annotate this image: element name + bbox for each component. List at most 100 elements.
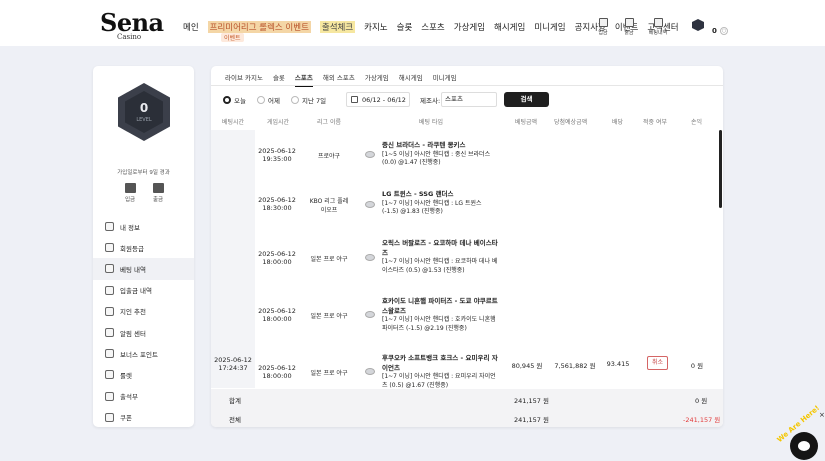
sidebar-item-bet-history[interactable]: 베팅 내역 bbox=[93, 258, 194, 280]
chat-icon bbox=[798, 441, 810, 451]
nav-casino[interactable]: 카지노 bbox=[364, 21, 387, 33]
sidebar-item-notifications[interactable]: 알림 센터 bbox=[93, 322, 194, 343]
bet-info: 호카이도 니혼햄 파이터즈 - 도쿄 야쿠르트 스왈로즈 [1~7 이닝] 아시… bbox=[382, 297, 500, 333]
sidebar-deposit-label: 입금 bbox=[124, 197, 136, 203]
bet-history-panel: 라이브 카지노 슬롯 스포츠 해외 스포츠 가상게임 해시게임 미니게임 오늘 … bbox=[211, 66, 723, 427]
sidebar-item-roulette[interactable]: 룰렛 bbox=[93, 364, 194, 385]
game-date: 2025-06-12 bbox=[258, 196, 296, 204]
match-title: 오릭스 버팔로즈 - 요코하마 데나 베이스타즈 bbox=[382, 239, 498, 257]
date-range-value: 06/12 - 06/12 bbox=[362, 95, 406, 104]
user-icon bbox=[105, 222, 114, 232]
bet-line: [1~7 이닝] 아시안 핸디캡 : 요코하마 데나 베 bbox=[382, 258, 498, 266]
nav-sports[interactable]: 스포츠 bbox=[421, 21, 444, 33]
header-bet-history-label: 베팅내역 bbox=[648, 30, 668, 36]
header-deposit[interactable]: 입금 bbox=[592, 18, 614, 36]
radio-last7[interactable]: 지난 7일 bbox=[291, 95, 326, 105]
bet-line: (-1.5) @1.83 (진행중) bbox=[382, 208, 443, 216]
bet-history-icon bbox=[653, 18, 663, 27]
sidebar-withdraw-button[interactable]: 출금 bbox=[150, 183, 166, 203]
withdraw-icon bbox=[624, 18, 634, 27]
nav-attendance[interactable]: 출석체크 bbox=[319, 21, 356, 33]
logo-subtitle: Casino bbox=[117, 33, 142, 41]
nav-slot[interactable]: 슬롯 bbox=[397, 21, 413, 33]
date-range-picker[interactable]: 06/12 - 06/12 bbox=[346, 92, 410, 107]
table-scrollbar[interactable] bbox=[719, 130, 722, 208]
level-number: 0 bbox=[139, 101, 149, 115]
sidebar-item-referral[interactable]: 지인 추천 bbox=[93, 301, 194, 322]
join-info: 가입일로부터 9일 경과 bbox=[117, 170, 170, 176]
sidebar-item-label: 알림 센터 bbox=[120, 329, 146, 338]
profit-value: 0 원 bbox=[690, 362, 704, 370]
game-time: 18:00:00 bbox=[262, 372, 292, 380]
header-bet-history[interactable]: 베팅내역 bbox=[647, 18, 669, 36]
total-profit: -241,157 원 bbox=[683, 416, 721, 424]
level-label: LEVEL bbox=[136, 117, 152, 123]
sidebar-item-label: 입출금 내역 bbox=[120, 287, 152, 296]
radio-yesterday-label: 어제 bbox=[268, 97, 280, 105]
radio-today[interactable]: 오늘 bbox=[223, 95, 246, 105]
baseball-icon bbox=[365, 254, 375, 261]
sidebar-item-attendance[interactable]: 출석부 bbox=[93, 386, 194, 407]
bet-time-date: 2025-06-12 bbox=[214, 356, 252, 364]
radio-yesterday[interactable]: 어제 bbox=[257, 95, 280, 105]
level-badge: 0 LEVEL bbox=[118, 83, 170, 141]
nav-main[interactable]: 메인 bbox=[183, 21, 199, 33]
nav-virtual[interactable]: 가상게임 bbox=[454, 21, 485, 33]
provider-label: 제조사: bbox=[420, 97, 441, 105]
baseball-icon bbox=[365, 201, 375, 208]
header-withdraw[interactable]: 출금 bbox=[618, 18, 640, 36]
match-title: 후쿠오카 소프트뱅크 호크스 - 요미우리 자이언츠 bbox=[382, 354, 498, 372]
avatar[interactable] bbox=[692, 19, 704, 31]
radio-today-label: 오늘 bbox=[234, 97, 246, 105]
col-bet-amount: 베팅금액 bbox=[515, 119, 538, 126]
coupon-icon bbox=[105, 412, 114, 422]
sidebar-item-coupon[interactable]: 쿠폰 bbox=[93, 407, 194, 428]
league-name: 프로야구 bbox=[317, 153, 341, 160]
tabs-divider bbox=[211, 85, 723, 86]
grade-icon bbox=[105, 243, 114, 253]
subtotal-profit: 0 원 bbox=[695, 397, 708, 405]
user-sidebar: 0 LEVEL 가입일로부터 9일 경과 입금 출금 내 정보 회원등급 베팅 … bbox=[93, 66, 194, 427]
deposit-icon bbox=[124, 183, 136, 193]
sidebar-item-my-info[interactable]: 내 정보 bbox=[93, 216, 194, 237]
match-title: 중신 브라더스 - 라쿠텐 몽키스 bbox=[382, 141, 466, 149]
sidebar-item-transactions[interactable]: 입출금 내역 bbox=[93, 280, 194, 301]
sidebar-item-grade[interactable]: 회원등급 bbox=[93, 237, 194, 258]
sidebar-deposit-button[interactable]: 입금 bbox=[122, 183, 138, 203]
col-bet-type: 베팅 타입 bbox=[419, 119, 443, 126]
game-date: 2025-06-12 bbox=[258, 250, 296, 258]
nav-event-badge: 이벤트 bbox=[221, 33, 244, 42]
baseball-icon bbox=[365, 311, 375, 318]
wallet-icon bbox=[105, 285, 114, 295]
bell-icon bbox=[105, 328, 114, 338]
nav-hash[interactable]: 해시게임 bbox=[494, 21, 525, 33]
provider-input[interactable]: 스포츠 bbox=[441, 92, 497, 107]
match-title: LG 트윈스 - SSG 랜더스 bbox=[382, 190, 454, 198]
bet-time-clock: 17:24:37 bbox=[218, 364, 248, 372]
col-game-time: 게임시간 bbox=[267, 119, 290, 126]
sidebar-item-bonus[interactable]: 보너스 포인트 bbox=[93, 343, 194, 364]
nav-premier-event[interactable]: 프리미어리그 롤렉스 이벤트 bbox=[207, 21, 311, 33]
radio-dot bbox=[257, 96, 265, 104]
col-odds: 배당 bbox=[612, 119, 624, 126]
bonus-icon bbox=[105, 349, 114, 359]
chat-button[interactable] bbox=[790, 432, 818, 460]
cancel-button[interactable]: 취소 bbox=[647, 356, 668, 370]
game-time: 19:35:00 bbox=[262, 155, 292, 163]
nav-mini[interactable]: 미니게임 bbox=[534, 21, 565, 33]
calendar-icon bbox=[351, 96, 358, 103]
game-date: 2025-06-12 bbox=[258, 147, 296, 155]
header-balance: 0 bbox=[712, 27, 717, 35]
league-name: 일본 프로 야구 bbox=[310, 256, 348, 263]
sidebar-item-label: 룰렛 bbox=[120, 371, 132, 380]
bet-amount: 80,945 원 bbox=[511, 362, 543, 370]
referral-icon bbox=[105, 306, 114, 316]
baseball-icon bbox=[365, 368, 375, 375]
search-button[interactable]: 검색 bbox=[504, 92, 549, 107]
total-label: 전체 bbox=[229, 416, 241, 424]
bet-line: [1~7 이닝] 아시안 핸디캡 : LG 트윈스 bbox=[382, 199, 482, 207]
col-result: 적중 여부 bbox=[643, 119, 667, 126]
bet-time-cell: 2025-06-12 17:24:37 bbox=[211, 130, 255, 388]
expected-win: 7,561,882 원 bbox=[554, 362, 596, 370]
chat-close-icon[interactable]: × bbox=[819, 411, 825, 419]
